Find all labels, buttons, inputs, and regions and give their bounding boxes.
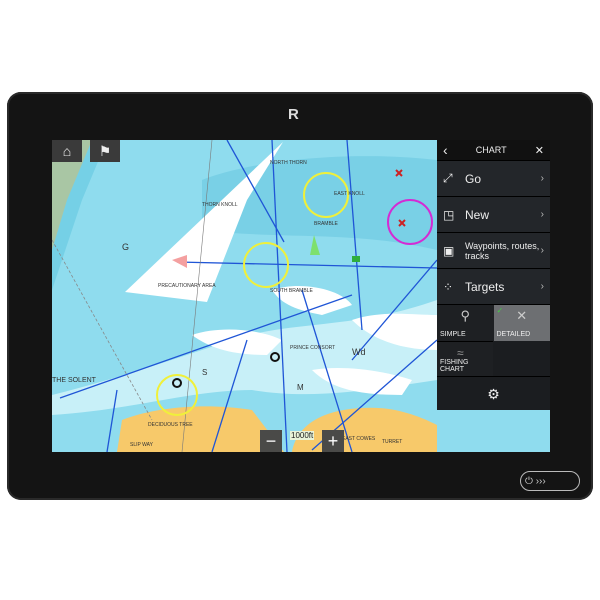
back-button[interactable]: ‹ [443, 142, 448, 158]
chart-label: BRAMBLE [314, 221, 339, 227]
power-button[interactable]: ⏻ ››› [520, 471, 580, 491]
menu-item-label: Waypoints, routes, tracks [465, 240, 540, 261]
chart-label: THE SOLENT [52, 377, 97, 384]
mode-label: SIMPLE [440, 331, 466, 338]
settings-button[interactable]: ⚙ [437, 376, 550, 411]
chart-label: PRECAUTIONARY AREA [158, 283, 216, 289]
chart-label: DECIDUOUS TREE [148, 422, 193, 428]
waypoints-icon: ▣ [443, 243, 455, 258]
menu-item-label: New [465, 207, 490, 222]
chart-label: S [202, 368, 207, 377]
chart-flag-icon: ⚑ [98, 142, 112, 159]
screen: NORTH THORN EAST KNOLL THORN KNOLL BRAMB… [52, 140, 550, 452]
check-icon: ✓ [496, 306, 504, 315]
menu-item-targets[interactable]: ⁘ Targets › [437, 268, 550, 304]
mode-label: DETAILED [496, 331, 531, 338]
location-pin-icon: ⚲ [460, 308, 471, 323]
chart-label: EAST COWES [342, 436, 376, 442]
compass-icon: ✕ [516, 308, 528, 323]
home-icon: ⌂ [62, 143, 72, 159]
go-icon: ⤢ [443, 171, 453, 185]
fish-icon: ≈ [457, 346, 464, 360]
home-button[interactable]: ⌂ [52, 140, 82, 162]
chart-label: M [297, 383, 304, 392]
close-button[interactable]: ✕ [535, 144, 544, 157]
chevron-right-icon: › [540, 281, 544, 292]
panel-title: CHART [475, 145, 507, 155]
menu-item-waypoints[interactable]: ▣ Waypoints, routes, tracks › [437, 232, 550, 268]
mode-fishing-chart[interactable]: ≈ FISHING CHART [437, 341, 493, 376]
mode-simple[interactable]: ⚲ SIMPLE [437, 305, 494, 341]
chart-menu-panel: ‹ CHART ✕ ⤢ Go › ◳ New › ▣ Waypoints, routes,… [437, 140, 550, 410]
menu-item-new[interactable]: ◳ New › [437, 196, 550, 232]
nautical-chart[interactable]: NORTH THORN EAST KNOLL THORN KNOLL BRAMB… [52, 140, 437, 452]
chart-label: THORN KNOLL [202, 202, 238, 208]
settings-icon: ⚙ [487, 385, 500, 402]
panel-header: ‹ CHART ✕ [437, 140, 550, 160]
chart-label: SOUTH BRAMBLE [270, 288, 313, 294]
zoom-out-button[interactable]: − [260, 430, 282, 452]
chart-mode-button[interactable]: ⚑ [90, 140, 120, 162]
chart-label: Wd [352, 347, 366, 357]
menu-item-label: Targets [465, 279, 505, 294]
mode-label: FISHING CHART [440, 359, 469, 373]
chart-label: G [122, 242, 129, 252]
menu-item-label: Go [465, 171, 482, 186]
brand-logo: R [288, 106, 299, 123]
chevron-right-icon: › [540, 173, 544, 184]
chart-label: TURRET [382, 439, 402, 445]
chart-label: NORTH THORN [270, 160, 307, 166]
chart-label: EAST KNOLL [334, 191, 365, 197]
new-icon: ◳ [443, 207, 455, 222]
zoom-in-button[interactable]: + [322, 430, 344, 452]
mode-detailed[interactable]: ✓ ✕ DETAILED [493, 305, 550, 341]
scale-bar: 1000ft [290, 431, 315, 440]
chart-label: PRINCE CONSORT [290, 345, 335, 351]
menu-item-go[interactable]: ⤢ Go › [437, 160, 550, 196]
chevron-right-icon: › [540, 209, 544, 220]
chart-label: SLIP WAY [130, 442, 154, 448]
targets-icon: ⁘ [443, 279, 454, 294]
chevron-right-icon: › [540, 245, 544, 256]
